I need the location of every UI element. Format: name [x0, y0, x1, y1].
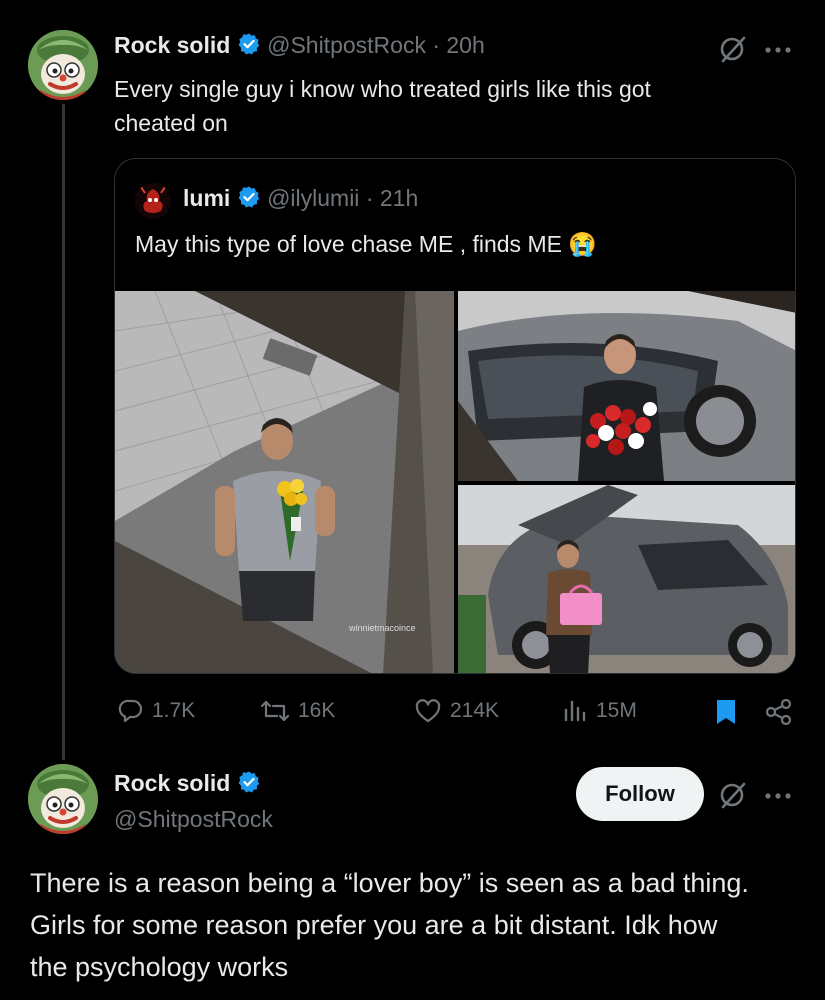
tweet-text: Every single guy i know who treated girl…: [114, 72, 804, 140]
crying-emoji: 😭: [568, 231, 597, 257]
reply-text-line: There is a reason being a “lover boy” is…: [30, 868, 749, 898]
tweet-text-line: Every single guy i know who treated girl…: [114, 76, 651, 102]
reply-author-name[interactable]: Rock solid: [114, 770, 230, 796]
repost-icon: [260, 698, 290, 724]
reply-count: 1.7K: [152, 699, 196, 722]
grok-icon[interactable]: [718, 780, 748, 815]
verified-badge-icon: [237, 32, 261, 62]
verified-badge-icon: [237, 770, 261, 800]
reply-icon: [118, 698, 144, 724]
quoted-author-name[interactable]: lumi: [183, 185, 230, 211]
reply-text: There is a reason being a “lover boy” is…: [30, 862, 820, 988]
more-icon[interactable]: [764, 788, 792, 806]
reply-action[interactable]: 1.7K: [118, 698, 195, 724]
reply-header: Rock solid: [114, 770, 261, 800]
author-handle[interactable]: @ShitpostRock: [267, 32, 426, 58]
quoted-author-handle[interactable]: @ilylumii: [267, 185, 359, 211]
reply-avatar[interactable]: [28, 764, 98, 834]
media-photo-3[interactable]: [458, 485, 795, 673]
reply-author-handle[interactable]: @ShitpostRock: [114, 806, 273, 833]
repost-count: 16K: [298, 699, 336, 722]
quoted-tweet-card[interactable]: lumi @ilylumii · 21h May this type of lo…: [114, 158, 796, 674]
follow-button[interactable]: Follow: [576, 767, 704, 821]
repost-action[interactable]: 16K: [260, 698, 335, 724]
author-name[interactable]: Rock solid: [114, 32, 230, 58]
avatar[interactable]: [28, 30, 98, 100]
like-action[interactable]: 214K: [414, 698, 499, 724]
quoted-tweet-time: · 21h: [365, 185, 419, 212]
tweet-header: Rock solid @ShitpostRock · 20h: [114, 32, 485, 62]
reply-text-line: Girls for some reason prefer you are a b…: [30, 910, 718, 940]
views-icon: [562, 698, 588, 724]
grok-icon[interactable]: [718, 34, 748, 69]
quoted-header: lumi @ilylumii · 21h: [183, 185, 418, 215]
reply-text-line: the psychology works: [30, 952, 289, 982]
share-icon[interactable]: [764, 698, 794, 731]
quoted-text: May this type of love chase ME , finds M…: [135, 231, 562, 257]
like-count: 214K: [450, 699, 500, 722]
bookmark-icon[interactable]: [714, 698, 738, 731]
tweet-time[interactable]: · 20h: [432, 32, 484, 58]
quoted-tweet-text: May this type of love chase ME , finds M…: [135, 231, 597, 258]
like-icon: [414, 698, 442, 724]
views-action[interactable]: 15M: [562, 698, 637, 724]
quoted-avatar: [135, 183, 171, 219]
media-photo-2[interactable]: [458, 291, 795, 481]
views-count: 15M: [596, 699, 637, 722]
more-icon[interactable]: [764, 42, 792, 60]
thread-line: [62, 104, 65, 760]
tweet-text-line: cheated on: [114, 110, 228, 136]
verified-badge-icon: [237, 185, 261, 215]
photo-watermark: winnietmacoince: [348, 623, 416, 633]
media-photo-1[interactable]: winnietmacoince: [115, 291, 454, 673]
